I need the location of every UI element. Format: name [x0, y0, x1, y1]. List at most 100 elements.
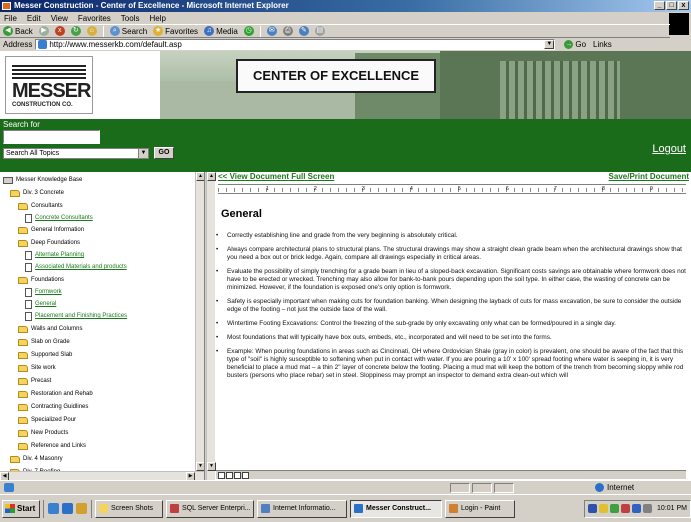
list-item: • Safety is especially important when mak… [216, 298, 686, 314]
tree-root[interactable]: Messer Knowledge Base [3, 175, 82, 185]
refresh-icon[interactable]: ↻ [70, 26, 81, 36]
ruler-number: 3 [362, 186, 365, 192]
tree-doc-associated-materials[interactable]: Associated Materials and products [25, 262, 127, 272]
logo-text: MESSER [12, 80, 91, 102]
print-view-icon[interactable] [234, 471, 241, 479]
tree-folder-reference-links[interactable]: Reference and Links [18, 441, 86, 451]
sql-server-icon [170, 504, 179, 513]
minimize-button[interactable]: _ [654, 1, 665, 10]
tree-folder-div3[interactable]: Div. 3 Concrete [10, 188, 64, 198]
search-scope-select[interactable]: Search All Topics ▼ [3, 148, 149, 159]
address-url: http://www.messerkb.com/default.asp [49, 40, 182, 49]
tree-folder-precast[interactable]: Precast [18, 376, 51, 386]
tray-misc-icon[interactable] [643, 504, 653, 513]
outline-view-icon[interactable] [242, 471, 249, 479]
normal-view-icon[interactable] [218, 471, 225, 479]
history-icon[interactable]: ◷ [243, 26, 254, 36]
tree-folder-deep-foundations[interactable]: Deep Foundations [18, 238, 80, 248]
close-button[interactable]: x [678, 1, 689, 10]
tree-folder-site-work[interactable]: Site work [18, 363, 56, 373]
tree-doc-general[interactable]: General [25, 299, 56, 309]
tree-item-label: Walls and Columns [31, 326, 83, 332]
tree-folder-walls-columns[interactable]: Walls and Columns [18, 324, 82, 334]
tray-volume-icon[interactable] [599, 504, 609, 513]
tree-folder-slab-on-grade[interactable]: Slab on Grade [18, 337, 70, 347]
links-button[interactable]: Links [593, 40, 612, 49]
task-label: Login - Paint [461, 505, 501, 512]
tray-security-icon[interactable] [621, 504, 631, 513]
tree-folder-div4[interactable]: Div. 4 Masonry [10, 454, 63, 464]
scroll-up-icon[interactable]: ▲ [207, 172, 216, 181]
doc-left-scrollbar[interactable]: ▲ ▼ [206, 172, 216, 480]
page-status-icon [4, 483, 14, 492]
tree-folder-restoration[interactable]: Restoration and Rehab [18, 389, 93, 399]
edit-icon[interactable]: ✎ [298, 26, 309, 36]
site-go-button[interactable]: GO [154, 147, 174, 159]
tree-folder-consultants[interactable]: Consultants [18, 201, 63, 211]
logout-link[interactable]: Logout [652, 143, 686, 155]
task-messer-ie[interactable]: Messer Construct... [350, 499, 442, 518]
tray-network-icon[interactable] [588, 504, 598, 513]
forward-button[interactable]: ▶ [38, 26, 49, 36]
menu-help[interactable]: Help [149, 14, 165, 23]
tray-sql-icon[interactable] [610, 504, 620, 513]
menu-favorites[interactable]: Favorites [78, 14, 111, 23]
home-icon[interactable]: ⌂ [86, 26, 97, 36]
discuss-icon[interactable]: ▤ [314, 26, 325, 36]
scroll-up-icon[interactable]: ▲ [196, 172, 204, 181]
search-button[interactable]: ⌕ Search [109, 26, 147, 36]
show-desktop-icon[interactable] [48, 503, 59, 514]
toolbar-separator [102, 25, 104, 37]
tree-doc-alternate-planning[interactable]: Alternate Planning [25, 250, 84, 260]
tree-folder-general-information[interactable]: General Information [18, 225, 84, 235]
tree-folder-supported-slab[interactable]: Supported Slab [18, 350, 72, 360]
scroll-down-icon[interactable]: ▼ [207, 462, 216, 471]
menu-tools[interactable]: Tools [121, 14, 140, 23]
tree-folder-foundations[interactable]: Foundations [18, 275, 64, 285]
site-search-input[interactable] [3, 130, 100, 144]
menu-view[interactable]: View [51, 14, 68, 23]
address-go-button[interactable]: → Go [564, 40, 586, 49]
media-button[interactable]: ♫ Media [204, 26, 238, 36]
tree-vertical-scrollbar[interactable]: ▲ ▼ [195, 172, 204, 471]
messer-logo[interactable]: MESSER CONSTRUCTION CO. [5, 56, 93, 114]
view-full-screen-link[interactable]: << View Document Full Screen [218, 172, 334, 181]
print-icon[interactable]: ⎙ [282, 26, 293, 36]
clock[interactable]: 10:01 PM [657, 505, 687, 512]
tree-item-label: Deep Foundations [31, 240, 81, 246]
maximize-button[interactable]: □ [666, 1, 677, 10]
back-button[interactable]: ◀ Back [3, 26, 33, 36]
tray-monitor-icon[interactable] [632, 504, 642, 513]
windows-logo-icon [5, 504, 15, 513]
web-view-icon[interactable] [226, 471, 233, 479]
tree-doc-formwork[interactable]: Formwork [25, 287, 62, 297]
tree-folder-new-products[interactable]: New Products [18, 428, 68, 438]
task-sql-server[interactable]: SQL Server Enterpri... [166, 499, 254, 518]
task-iis[interactable]: Internet Informatio... [257, 499, 347, 518]
stop-icon[interactable]: x [54, 26, 65, 36]
tree-horizontal-scrollbar[interactable]: ◀ ▶ [0, 471, 204, 480]
ie-icon[interactable] [62, 503, 73, 514]
tree-doc-concrete-consultants[interactable]: Concrete Consultants [25, 213, 93, 223]
start-button[interactable]: Start [2, 499, 40, 518]
favorites-button[interactable]: ★ Favorites [153, 26, 198, 36]
ie-window-icon[interactable] [2, 2, 11, 10]
tree-doc-placement-finishing[interactable]: Placement and Finishing Practices [25, 311, 127, 321]
task-screen-shots[interactable]: Screen Shots [95, 499, 163, 518]
tree-item-link: Associated Materials and products [35, 264, 127, 270]
mail-icon[interactable]: ✉ [266, 26, 277, 36]
save-print-link[interactable]: Save/Print Document [609, 172, 689, 181]
tree-folder-contracting[interactable]: Contracting Guidlines [18, 402, 88, 412]
tree-folder-specialized-pour[interactable]: Specialized Pour [18, 415, 76, 425]
favorites-label: Favorites [165, 26, 199, 36]
outlook-icon[interactable] [76, 503, 87, 514]
menu-file[interactable]: File [4, 14, 17, 23]
address-input[interactable]: http://www.messerkb.com/default.asp ▼ [35, 39, 556, 50]
address-go-label: Go [575, 40, 587, 49]
scroll-down-icon[interactable]: ▼ [196, 462, 204, 471]
scroll-right-icon[interactable]: ▶ [186, 472, 195, 480]
address-dropdown-icon[interactable]: ▼ [544, 40, 555, 49]
task-paint[interactable]: Login - Paint [445, 499, 515, 518]
menu-edit[interactable]: Edit [27, 14, 41, 23]
scroll-left-icon[interactable]: ◀ [0, 472, 9, 480]
